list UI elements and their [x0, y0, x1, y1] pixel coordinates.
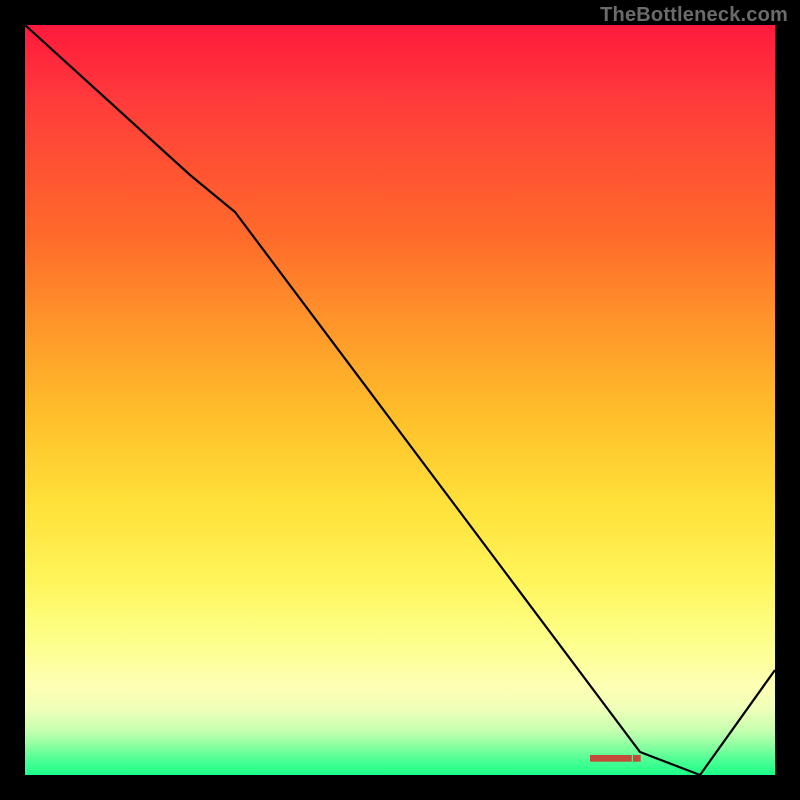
attribution-label: TheBottleneck.com [600, 4, 788, 27]
chart-frame: TheBottleneck.com ▀▀▀▀▀▀ ▀ [0, 0, 800, 800]
chart-line-curve [25, 25, 775, 775]
chart-plot-area: ▀▀▀▀▀▀ ▀ [25, 25, 775, 775]
